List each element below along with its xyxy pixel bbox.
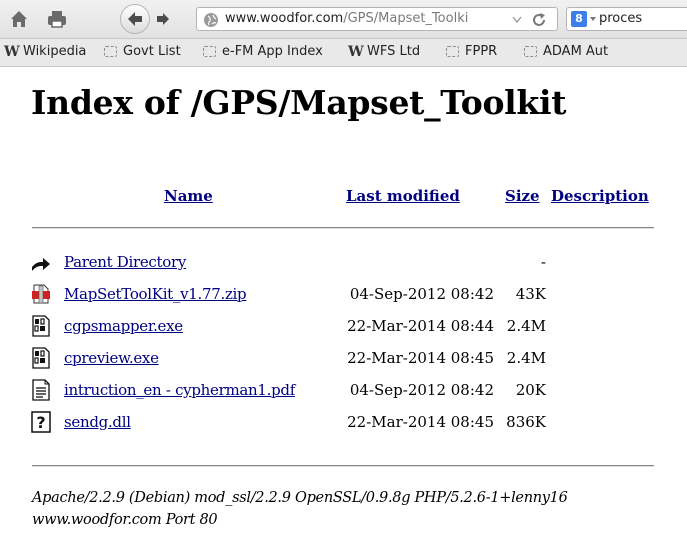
parent-directory-link[interactable]: Parent Directory <box>64 253 186 271</box>
table-row: MapSetToolKit_v1.77.zip 04-Sep-2012 08:4… <box>0 281 687 311</box>
file-link[interactable]: cpreview.exe <box>64 349 159 367</box>
search-input[interactable]: proces <box>599 11 642 26</box>
home-icon[interactable] <box>8 8 30 30</box>
column-last-modified-link[interactable]: Last modified <box>346 187 460 205</box>
back-arrow-icon <box>32 258 50 271</box>
file-size: 20K <box>515 381 546 399</box>
globe-icon <box>204 13 218 27</box>
column-name-link[interactable]: Name <box>164 187 213 205</box>
wikipedia-icon: W <box>348 44 364 60</box>
back-arrow-icon <box>128 12 142 26</box>
bookmarks-toolbar: W Wikipedia Govt List e-FM App Index W W… <box>0 39 687 67</box>
folder-icon <box>104 46 117 57</box>
binary-file-icon <box>32 315 50 337</box>
url-host: www.woodfor.com <box>225 11 344 26</box>
reload-icon[interactable] <box>531 12 547 28</box>
url-bar[interactable]: www.woodfor.com/GPS/Mapset_Toolki <box>196 7 558 31</box>
divider <box>32 465 654 467</box>
server-signature-line: Apache/2.2.9 (Debian) mod_ssl/2.2.9 Open… <box>32 490 568 506</box>
table-row: cpreview.exe 22-Mar-2014 08:45 2.4M <box>0 345 687 375</box>
server-signature: Apache/2.2.9 (Debian) mod_ssl/2.2.9 Open… <box>32 487 568 531</box>
file-link[interactable]: intruction_en - cypherman1.pdf <box>64 381 295 399</box>
file-link[interactable]: sendg.dll <box>64 413 131 431</box>
search-engine-icon[interactable]: 8 <box>571 11 587 27</box>
dropmarker-icon[interactable] <box>512 16 522 23</box>
file-date: 04-Sep-2012 08:42 <box>349 285 494 303</box>
print-icon[interactable] <box>46 8 68 30</box>
file-date: 22-Mar-2014 08:44 <box>347 317 494 335</box>
column-description-link[interactable]: Description <box>551 187 649 205</box>
bookmark-label: ADAM Aut <box>543 44 609 59</box>
file-size: 836K <box>506 413 546 431</box>
file-size: - <box>540 253 546 271</box>
bookmark-label: e-FM App Index <box>222 44 323 59</box>
file-size: 2.4M <box>506 349 546 367</box>
table-row: Parent Directory - <box>0 249 687 279</box>
unknown-file-icon: ? <box>31 411 51 433</box>
page-title: Index of /GPS/Mapset_Toolkit <box>31 83 567 122</box>
back-forward-group <box>120 4 190 34</box>
file-date: 04-Sep-2012 08:42 <box>349 381 494 399</box>
navigation-toolbar: www.woodfor.com/GPS/Mapset_Toolki 8 proc… <box>0 0 687 39</box>
file-size: 2.4M <box>506 317 546 335</box>
divider <box>32 227 654 229</box>
file-date: 22-Mar-2014 08:45 <box>347 349 494 367</box>
table-row: cgpsmapper.exe 22-Mar-2014 08:44 2.4M <box>0 313 687 343</box>
file-size: 43K <box>515 285 546 303</box>
svg-text:?: ? <box>36 413 45 432</box>
search-bar[interactable]: 8 proces <box>566 7 687 31</box>
bookmark-label: FPPR <box>465 44 498 59</box>
bookmark-label: Wikipedia <box>23 44 87 59</box>
bookmark-label: Govt List <box>123 44 181 59</box>
file-link[interactable]: MapSetToolKit_v1.77.zip <box>64 285 247 303</box>
wikipedia-icon: W <box>4 44 20 60</box>
binary-file-icon <box>32 347 50 369</box>
server-signature-host: www.woodfor.com Port 80 <box>32 512 218 528</box>
file-link[interactable]: cgpsmapper.exe <box>64 317 183 335</box>
url-path: /GPS/Mapset_Toolki <box>343 11 469 26</box>
column-size-link[interactable]: Size <box>505 187 540 205</box>
compressed-file-icon <box>32 284 50 304</box>
folder-icon <box>524 46 537 57</box>
text-file-icon <box>32 379 50 401</box>
bookmark-label: WFS Ltd <box>367 44 421 59</box>
table-row: ? sendg.dll 22-Mar-2014 08:45 836K <box>0 409 687 439</box>
forward-arrow-icon[interactable] <box>155 12 171 26</box>
page-content: Index of /GPS/Mapset_Toolkit Name Last m… <box>0 67 687 537</box>
folder-icon <box>446 46 459 57</box>
url-text: www.woodfor.com/GPS/Mapset_Toolki <box>225 11 468 26</box>
back-button[interactable] <box>120 4 150 34</box>
folder-icon <box>203 46 216 57</box>
table-row: intruction_en - cypherman1.pdf 04-Sep-20… <box>0 377 687 407</box>
file-date: 22-Mar-2014 08:45 <box>347 413 494 431</box>
chevron-down-icon <box>590 17 596 21</box>
